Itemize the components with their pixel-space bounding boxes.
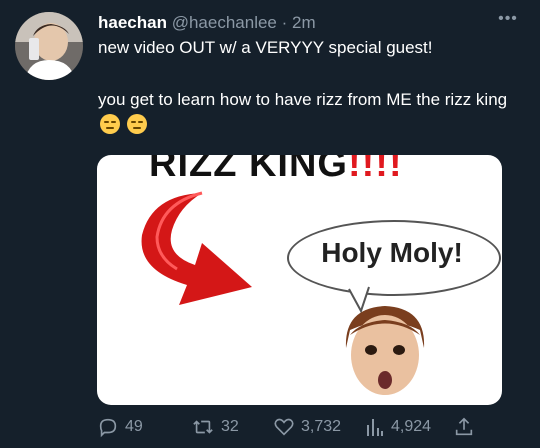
retweet-icon <box>193 420 213 434</box>
tweet-text-line2: you get to learn how to have rizz from M… <box>98 90 508 109</box>
heart-icon <box>274 418 294 436</box>
tweet-text-body: you get to learn how to have rizz from M… <box>98 87 528 139</box>
tweet-media-image[interactable]: RIZZ KING!!!! Holy Moly! <box>97 155 502 405</box>
separator-dot: · <box>281 13 288 32</box>
avatar[interactable] <box>15 12 83 80</box>
views-count: 4,924 <box>391 418 432 435</box>
meme-title-bangs: !!!! <box>347 155 403 185</box>
views-chart-icon <box>367 419 383 436</box>
tweet-text-line1: new video OUT w/ a VERYYY special guest! <box>98 38 433 57</box>
tweet-header: haechan @haechanlee · 2m <box>98 12 522 34</box>
author-name[interactable]: haechan <box>98 13 167 32</box>
speech-bubble-text: Holy Moly! <box>321 237 463 268</box>
retweet-button[interactable]: 32 <box>191 414 239 440</box>
tweet-actions-bar: 49 32 3,732 4,924 <box>97 414 517 440</box>
surprised-face-graphic <box>345 306 425 395</box>
more-options-icon[interactable]: ••• <box>496 10 520 28</box>
author-handle[interactable]: @haechanlee <box>172 13 277 32</box>
timestamp[interactable]: 2m <box>292 13 316 32</box>
relieved-face-emoji-icon <box>126 114 147 134</box>
reply-icon <box>99 418 117 438</box>
relieved-face-emoji-icon <box>100 114 120 134</box>
share-button[interactable] <box>453 414 475 440</box>
red-arrow-graphic <box>141 191 252 305</box>
like-count: 3,732 <box>301 418 342 435</box>
meme-title-text: RIZZ KING <box>149 155 348 185</box>
avatar-photo <box>15 12 83 80</box>
reply-button[interactable]: 49 <box>97 414 143 440</box>
meme-title: RIZZ KING!!!! <box>149 155 403 186</box>
retweet-count: 32 <box>221 418 239 435</box>
like-button[interactable]: 3,732 <box>273 414 341 440</box>
share-icon <box>455 417 473 436</box>
views-button[interactable]: 4,924 <box>365 414 431 440</box>
reply-count: 49 <box>125 418 143 435</box>
